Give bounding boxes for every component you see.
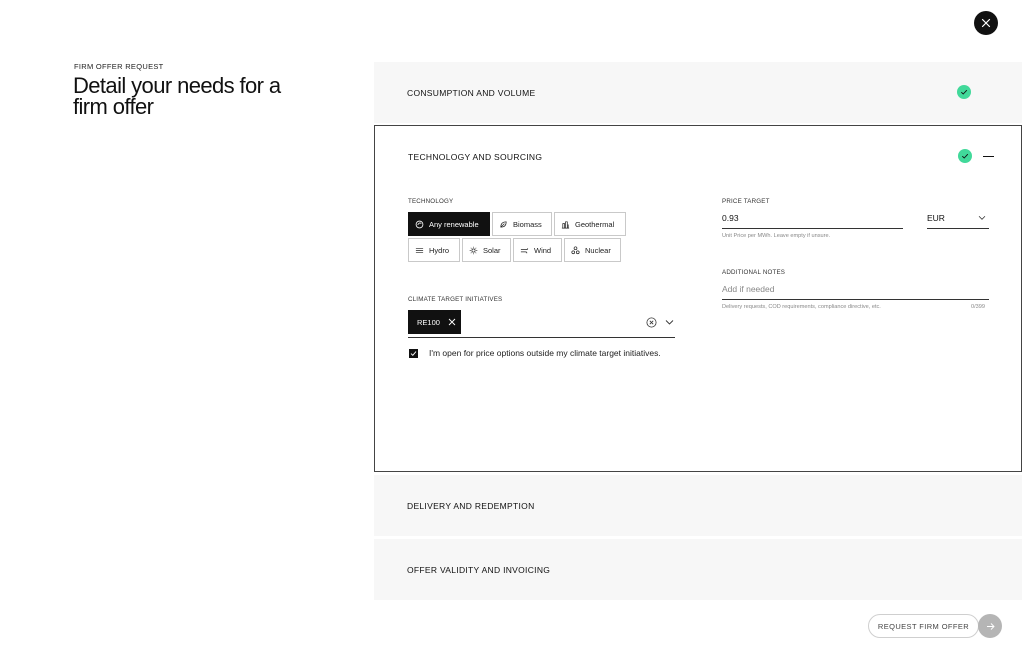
notes-counter: 0/399 bbox=[971, 304, 985, 310]
price-target-label: PRICE TARGET bbox=[722, 198, 770, 205]
chip-label: Biomass bbox=[513, 219, 542, 229]
price-helper-text: Unit Price per MWh. Leave empty if unsur… bbox=[722, 233, 831, 239]
additional-notes-input[interactable]: Add if needed bbox=[722, 284, 774, 294]
tag-label: RE100 bbox=[417, 317, 440, 327]
chip-label: Geothermal bbox=[575, 219, 615, 229]
chevron-down-icon[interactable] bbox=[665, 319, 674, 326]
geothermal-icon bbox=[561, 220, 570, 229]
renewable-icon bbox=[415, 220, 424, 229]
collapse-minus-icon[interactable] bbox=[983, 156, 994, 158]
price-input-underline bbox=[722, 228, 903, 229]
chevron-down-icon[interactable] bbox=[978, 215, 986, 221]
additional-notes-label: ADDITIONAL NOTES bbox=[722, 269, 786, 276]
biomass-icon bbox=[499, 220, 508, 229]
nuclear-icon bbox=[571, 245, 580, 255]
chip-any-renewable[interactable]: Any renewable bbox=[408, 212, 490, 236]
section-technology-sourcing: TECHNOLOGY AND SOURCING TECHNOLOGY Any r… bbox=[374, 125, 1022, 472]
chip-biomass[interactable]: Biomass bbox=[492, 212, 552, 236]
currency-select[interactable]: EUR bbox=[927, 213, 945, 223]
chip-solar[interactable]: Solar bbox=[462, 238, 511, 262]
chip-geothermal[interactable]: Geothermal bbox=[554, 212, 626, 236]
remove-tag-icon[interactable] bbox=[448, 318, 456, 326]
completed-check-icon bbox=[957, 85, 971, 99]
open-options-label: I'm open for price options outside my cl… bbox=[429, 348, 661, 358]
page-title: Detail your needs for a firm offer bbox=[73, 73, 281, 119]
notes-helper-text: Delivery requests, COD requirements, com… bbox=[722, 304, 881, 310]
chip-hydro[interactable]: Hydro bbox=[408, 238, 460, 262]
climate-initiatives-label: CLIMATE TARGET INITIATIVES bbox=[408, 296, 503, 303]
section-title: CONSUMPTION AND VOLUME bbox=[407, 88, 536, 98]
section-title: DELIVERY AND REDEMPTION bbox=[407, 501, 535, 511]
chip-nuclear[interactable]: Nuclear bbox=[564, 238, 621, 262]
section-title: OFFER VALIDITY AND INVOICING bbox=[407, 565, 551, 575]
clear-selection-icon[interactable] bbox=[646, 317, 657, 328]
chip-label: Nuclear bbox=[585, 245, 611, 255]
price-target-input[interactable]: 0.93 bbox=[722, 213, 739, 223]
section-title: TECHNOLOGY AND SOURCING bbox=[408, 152, 543, 162]
open-options-checkbox[interactable] bbox=[409, 349, 418, 358]
next-button[interactable] bbox=[978, 614, 1002, 638]
technology-label: TECHNOLOGY bbox=[408, 198, 454, 205]
section-consumption-volume[interactable]: CONSUMPTION AND VOLUME bbox=[374, 62, 1022, 123]
page-eyebrow: FIRM OFFER REQUEST bbox=[74, 62, 164, 71]
request-firm-offer-button[interactable]: REQUEST FIRM OFFER bbox=[868, 614, 979, 638]
close-button[interactable] bbox=[974, 11, 998, 35]
chip-label: Wind bbox=[534, 245, 552, 255]
section-delivery-redemption[interactable]: DELIVERY AND REDEMPTION bbox=[374, 475, 1022, 536]
notes-input-underline bbox=[722, 299, 989, 300]
wind-icon bbox=[520, 246, 529, 255]
chip-label: Any renewable bbox=[429, 219, 479, 229]
climate-select-underline bbox=[408, 337, 675, 338]
chip-wind[interactable]: Wind bbox=[513, 238, 562, 262]
chip-label: Hydro bbox=[429, 245, 450, 255]
climate-tag-re100: RE100 bbox=[408, 310, 461, 334]
close-icon bbox=[981, 18, 991, 28]
currency-underline bbox=[927, 228, 989, 229]
section-offer-validity-invoicing[interactable]: OFFER VALIDITY AND INVOICING bbox=[374, 539, 1022, 600]
completed-check-icon bbox=[958, 149, 972, 163]
solar-icon bbox=[469, 246, 478, 255]
chip-label: Solar bbox=[483, 245, 501, 255]
arrow-right-icon bbox=[986, 622, 995, 630]
hydro-icon bbox=[415, 246, 424, 255]
